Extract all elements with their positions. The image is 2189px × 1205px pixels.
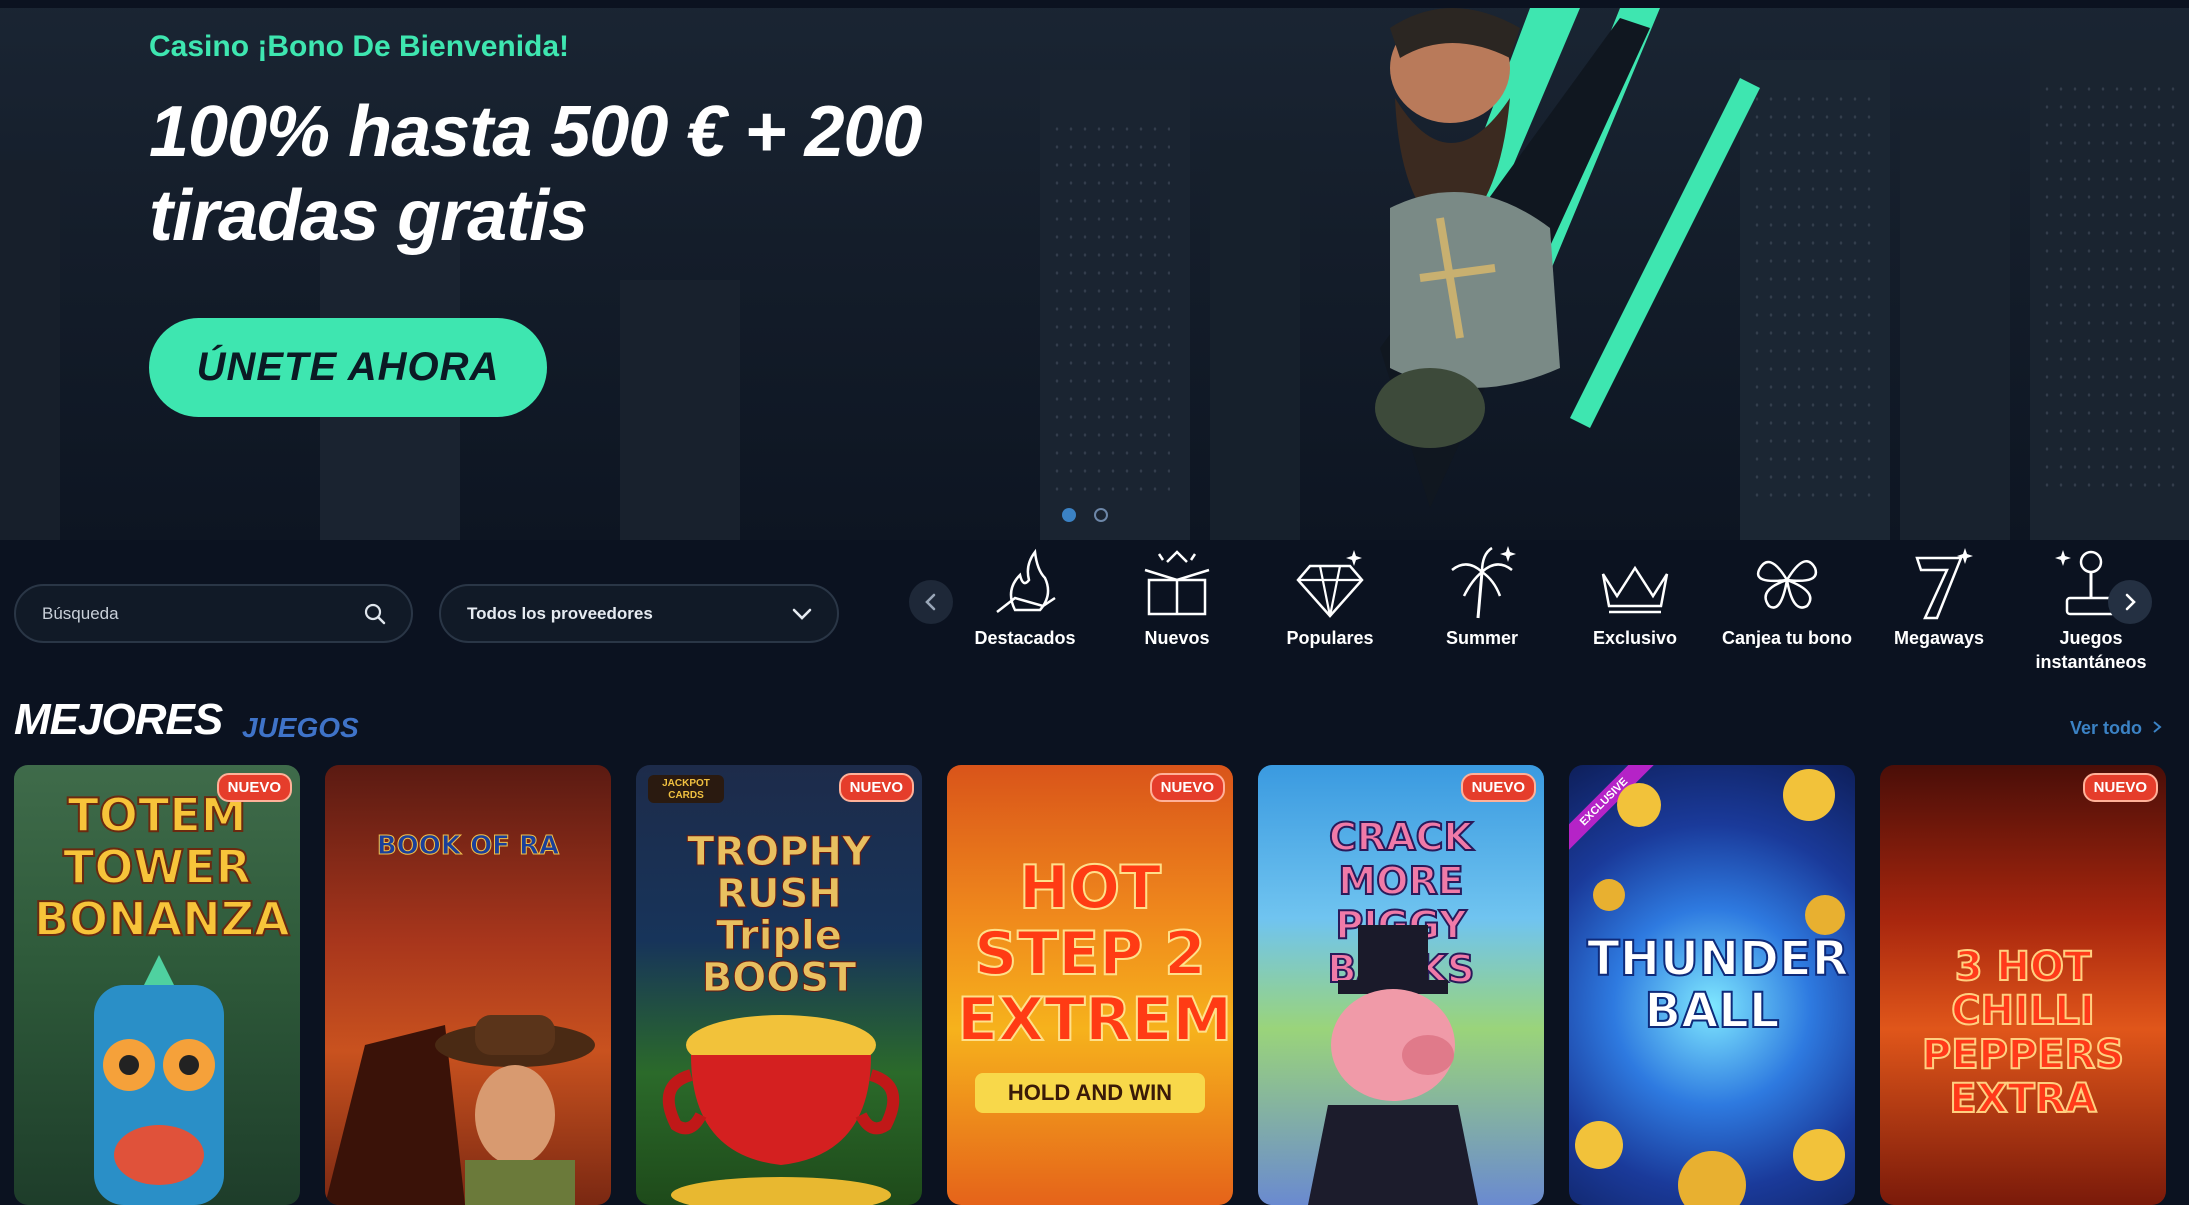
category-label: Summer [1445, 628, 1519, 648]
category-label: Megaways [1893, 628, 1985, 648]
game-card-thunder-ball[interactable]: EXCLUSIVE THUNDER BALL [1569, 765, 1855, 1205]
new-badge: NUEVO [1460, 773, 1536, 802]
game-title: HOT STEP 2 EXTREME [956, 853, 1233, 1055]
search-placeholder: Búsqueda [42, 604, 119, 623]
new-badge: NUEVO [838, 773, 914, 802]
game-card-crack-more-piggy-banks[interactable]: CRACK MORE PIGGY BANKS NUEVO [1258, 765, 1544, 1205]
palm-tree-icon [1451, 546, 1516, 619]
flame-hand-icon [996, 548, 1056, 613]
new-badge: NUEVO [2082, 773, 2158, 802]
chevron-left-icon [925, 593, 936, 611]
category-label: Canjea tu bono [1722, 628, 1852, 648]
gnome-character-illustration [1375, 8, 1760, 508]
game-title: TOTEM TOWER BONANZA [33, 788, 291, 946]
category-label: Juegos instantáneos [2035, 628, 2147, 672]
tiki-totem-illustration [94, 955, 224, 1205]
skyline-building [0, 160, 60, 540]
game-card-3-hot-chilli-peppers-extra[interactable]: 3 HOT CHILLI PEPPERS EXTRA NUEVO [1880, 765, 2166, 1205]
categories-prev-button[interactable] [909, 580, 953, 624]
chevron-right-icon [2125, 593, 2136, 611]
building-windows [2040, 80, 2180, 500]
chevron-right-icon [2153, 721, 2162, 733]
category-summer[interactable]: Summer [1417, 540, 1547, 650]
clover-icon [1756, 560, 1818, 609]
gift-box-icon [1144, 550, 1210, 616]
game-subtitle: HOLD AND WIN [975, 1073, 1205, 1113]
building-windows [1050, 120, 1170, 500]
chevron-down-icon [792, 608, 812, 620]
categories-next-button[interactable] [2108, 580, 2152, 624]
category-destacados[interactable]: Destacados [960, 540, 1090, 650]
crown-icon [1601, 565, 1669, 614]
top-divider [0, 0, 2189, 8]
category-label: Nuevos [1144, 628, 1210, 648]
category-nuevos[interactable]: Nuevos [1112, 540, 1242, 650]
category-label: Exclusivo [1592, 628, 1678, 648]
category-canjea-bono[interactable]: Canjea tu bono [1722, 540, 1852, 650]
category-label: Destacados [974, 628, 1076, 648]
new-badge: NUEVO [216, 773, 292, 802]
join-now-button[interactable]: ÚNETE AHORA [149, 318, 547, 417]
category-bar: Destacados Nuevos Populares Summer Exclu… [960, 540, 2160, 680]
see-all-label: Ver todo [2070, 718, 2143, 738]
carousel-dots [1062, 508, 1126, 527]
jackpot-cards-logo: JACKPOT CARDS [648, 775, 724, 803]
game-card-book-of-ra[interactable]: BOOK OF RA [325, 765, 611, 1205]
game-title: BOOK OF RA [376, 831, 560, 862]
game-card-hot-step-2-extreme[interactable]: HOT STEP 2 EXTREME HOLD AND WIN NUEVO [947, 765, 1233, 1205]
search-input[interactable]: Búsqueda [14, 584, 413, 643]
category-label: Populares [1286, 628, 1374, 648]
skyline-building [1210, 140, 1300, 540]
seven-icon [1915, 548, 1973, 620]
game-card-totem-tower-bonanza[interactable]: TOTEM TOWER BONANZA NUEVO [14, 765, 300, 1205]
search-icon[interactable] [363, 602, 387, 626]
game-card-trophy-rush[interactable]: JACKPOT CARDS TROPHY RUSH Triple BOOST N… [636, 765, 922, 1205]
hero-subtitle: Casino ¡Bono De Bienvenida! [149, 30, 570, 63]
category-megaways[interactable]: Megaways [1874, 540, 2004, 650]
trophy-cup-illustration [662, 1015, 900, 1205]
game-title: 3 HOT CHILLI PEPPERS EXTRA [1921, 944, 2125, 1122]
carousel-dot-active[interactable] [1062, 508, 1076, 522]
hero-title: 100% hasta 500 € + 200 tiradas gratis [149, 92, 923, 256]
skyline-building [620, 280, 740, 540]
provider-selected-value: Todos los proveedores [467, 604, 653, 623]
see-all-link[interactable]: Ver todo [2070, 718, 2163, 739]
category-exclusivo[interactable]: Exclusivo [1570, 540, 1700, 650]
new-badge: NUEVO [1149, 773, 1225, 802]
provider-select[interactable]: Todos los proveedores [439, 584, 839, 643]
carousel-dot[interactable] [1094, 508, 1108, 522]
diamond-icon [1296, 550, 1364, 618]
category-populares[interactable]: Populares [1265, 540, 1395, 650]
explorer-illustration [325, 1015, 595, 1205]
skyline-building [1900, 120, 2010, 540]
game-title: THUNDER BALL [1586, 931, 1850, 1039]
piggy-character-illustration [1308, 925, 1478, 1205]
section-title: MEJORES [14, 695, 223, 744]
game-title: TROPHY RUSH Triple BOOST [687, 829, 872, 1001]
section-subtitle: JUEGOS [242, 712, 359, 743]
hero-banner: Casino ¡Bono De Bienvenida! 100% hasta 5… [0, 0, 2189, 540]
